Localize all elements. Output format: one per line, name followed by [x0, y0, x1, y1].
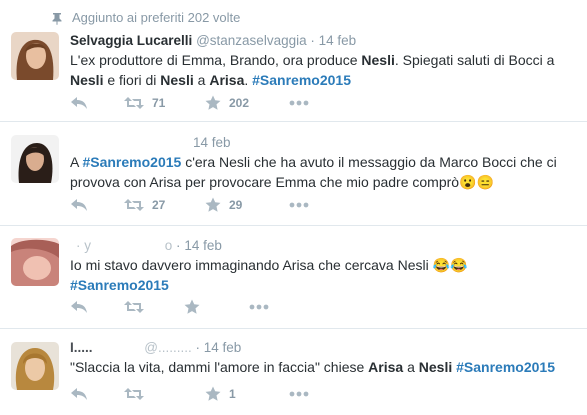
more-icon — [249, 304, 269, 310]
more-button[interactable] — [249, 304, 269, 310]
favorite-button[interactable] — [184, 299, 249, 315]
star-icon — [205, 95, 221, 110]
tweet-actions: 71 202 — [70, 95, 309, 111]
tweet[interactable]: Selvaggia Lucarelli @stanzaselvaggia · 1… — [0, 0, 587, 122]
tweet-text: A #Sanremo2015 c'era Nesli che ha avuto … — [70, 154, 557, 190]
tweet-actions: 1 — [70, 386, 309, 402]
avatar[interactable] — [11, 342, 59, 390]
avatar[interactable] — [11, 238, 59, 286]
emoji: 😮😑 — [459, 174, 494, 190]
hashtag-link[interactable]: #Sanremo2015 — [82, 154, 181, 170]
more-icon — [289, 100, 309, 106]
favorite-count: 29 — [229, 198, 243, 212]
more-button[interactable] — [289, 100, 309, 106]
tweet-actions — [70, 299, 269, 315]
tweet-text: "Slaccia la vita, dammi l'amore in facci… — [70, 359, 555, 375]
tweet-header: Selvaggia Lucarelli @stanzaselvaggia · 1… — [70, 33, 356, 48]
tweet-header: I..... @......... · 14 feb — [70, 340, 241, 355]
more-button[interactable] — [289, 391, 309, 397]
author-handle[interactable]: o — [165, 238, 173, 253]
author-handle[interactable]: @......... — [144, 340, 191, 355]
reply-button[interactable] — [70, 198, 124, 212]
tweet[interactable]: · y o · 14 feb Io mi stavo davvero immag… — [0, 226, 587, 329]
favorite-count: 1 — [229, 387, 236, 401]
favorite-button[interactable]: 202 — [205, 95, 289, 111]
tweet-text: Io mi stavo davvero immaginando Arisa ch… — [70, 257, 468, 293]
timestamp[interactable]: 14 feb — [184, 238, 222, 253]
retweet-button[interactable]: 71 — [124, 96, 205, 110]
separator: · — [176, 238, 181, 253]
star-icon — [205, 386, 221, 401]
more-button[interactable] — [289, 202, 309, 208]
emoji: 😂😂 — [432, 257, 468, 273]
star-icon — [184, 299, 200, 314]
retweet-button[interactable] — [124, 300, 184, 314]
favorite-button[interactable]: 1 — [205, 386, 289, 402]
retweet-button[interactable]: 27 — [124, 198, 205, 212]
reply-icon — [71, 388, 87, 400]
tweet-text: L'ex produttore di Emma, Brando, ora pro… — [70, 52, 555, 88]
reply-icon — [71, 199, 87, 211]
tweet[interactable]: I..... @......... · 14 feb "Slaccia la v… — [0, 329, 587, 415]
reply-icon — [71, 97, 87, 109]
retweet-icon — [124, 97, 144, 109]
author-handle[interactable]: @stanzaselvaggia — [196, 33, 307, 48]
more-icon — [289, 391, 309, 397]
tweet-header: · y o · 14 feb — [70, 238, 222, 253]
reply-button[interactable] — [70, 387, 124, 401]
reply-button[interactable] — [70, 300, 124, 314]
reply-button[interactable] — [70, 96, 124, 110]
retweet-button[interactable] — [124, 387, 205, 401]
favorite-button[interactable]: 29 — [205, 197, 289, 213]
star-icon — [205, 197, 221, 212]
author-name[interactable]: I..... — [70, 340, 93, 355]
avatar[interactable] — [11, 135, 59, 183]
author-name[interactable]: · y — [76, 238, 91, 253]
reply-icon — [71, 301, 87, 313]
tweet[interactable]: 14 feb A #Sanremo2015 c'era Nesli che ha… — [0, 122, 587, 226]
retweet-icon — [124, 301, 144, 313]
timestamp[interactable]: 14 feb — [319, 33, 357, 48]
retweet-icon — [124, 199, 144, 211]
timestamp[interactable]: 14 feb — [204, 340, 242, 355]
separator: · — [310, 33, 315, 48]
retweet-icon — [124, 388, 144, 400]
tweet-actions: 27 29 — [70, 197, 309, 213]
avatar[interactable] — [11, 32, 59, 80]
author-name[interactable]: Selvaggia Lucarelli — [70, 33, 192, 48]
timestamp[interactable]: 14 feb — [193, 135, 231, 150]
hashtag-link[interactable]: #Sanremo2015 — [252, 72, 351, 88]
favorite-count: 202 — [229, 96, 250, 110]
more-icon — [289, 202, 309, 208]
retweet-count: 27 — [152, 198, 166, 212]
tweet-header: 14 feb — [193, 135, 231, 150]
hashtag-link[interactable]: #Sanremo2015 — [456, 359, 555, 375]
separator: · — [195, 340, 201, 355]
hashtag-link[interactable]: #Sanremo2015 — [70, 277, 169, 293]
retweet-count: 71 — [152, 96, 166, 110]
